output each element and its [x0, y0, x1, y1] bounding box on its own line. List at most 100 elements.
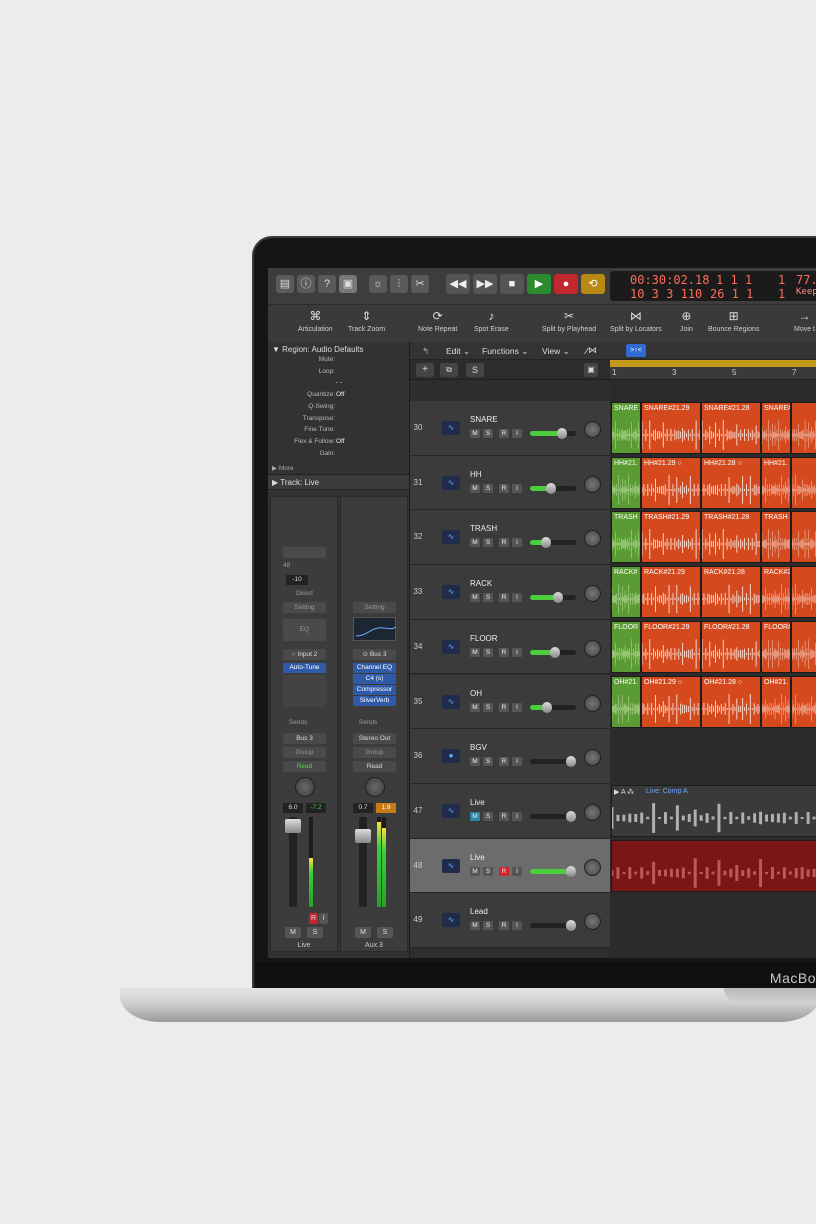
track-volume-slider[interactable]: [530, 646, 576, 658]
track-pan-knob[interactable]: [584, 530, 601, 548]
track-input-button[interactable]: I: [512, 811, 522, 821]
region-param-row[interactable]: Fine Tune:: [268, 426, 408, 437]
cycle-bar[interactable]: [610, 360, 816, 367]
track-solo-button[interactable]: S: [483, 483, 493, 493]
track-pan-knob[interactable]: [584, 913, 601, 931]
plugin-slot-1[interactable]: Channel EQ: [353, 663, 396, 673]
automation-mode[interactable]: Read: [353, 761, 396, 772]
record-button[interactable]: ●: [554, 274, 578, 294]
track-volume-slider[interactable]: [530, 428, 576, 439]
track-pan-knob[interactable]: [584, 475, 601, 493]
track-record-button[interactable]: R: [499, 538, 509, 548]
track-solo-button[interactable]: S: [483, 866, 493, 876]
track-row[interactable]: 33 ∿ RACK M S R I: [410, 565, 610, 620]
audio-region[interactable]: RACK#21.28: [701, 566, 761, 619]
track-record-button[interactable]: R: [499, 593, 509, 603]
group-slot[interactable]: Group: [353, 747, 396, 758]
region-param-row[interactable]: Flex & Follow: Off: [268, 438, 408, 449]
volume-fader-cap[interactable]: [355, 829, 371, 843]
track-pan-knob[interactable]: [584, 421, 601, 438]
track-mute-button[interactable]: M: [470, 921, 480, 931]
audio-region[interactable]: FLOOR#21.28: [701, 620, 761, 673]
audio-region[interactable]: [791, 511, 816, 564]
audio-region[interactable]: HH#21.28 ○: [701, 456, 761, 509]
toolbar-item-8[interactable]: → Move t: [794, 309, 815, 333]
track-input-button[interactable]: I: [512, 866, 522, 876]
help-icon[interactable]: ?: [318, 275, 336, 293]
play-button[interactable]: ▶: [527, 274, 551, 294]
track-mute-button[interactable]: M: [470, 647, 480, 657]
track-volume-knob[interactable]: [550, 646, 561, 658]
solo-button[interactable]: S: [307, 927, 323, 938]
track-row[interactable]: 34 ∿ FLOOR M S R I: [410, 619, 610, 675]
track-volume-knob[interactable]: [552, 592, 563, 604]
track-volume-slider[interactable]: [530, 701, 576, 713]
track-input-button[interactable]: I: [512, 702, 522, 712]
audio-region[interactable]: [791, 675, 816, 728]
track-volume-knob[interactable]: [542, 701, 553, 713]
smart-controls-icon[interactable]: ☼: [369, 275, 387, 293]
audio-region[interactable]: SNARE#21.28: [701, 402, 761, 454]
audio-region[interactable]: HH#21.: [761, 456, 791, 509]
track-mute-button[interactable]: M: [470, 702, 480, 712]
toolbar-item-3[interactable]: ♪ Spot Erase: [474, 309, 509, 333]
audio-region[interactable]: OH#21.28 ○: [701, 675, 761, 728]
track-volume-slider[interactable]: [530, 920, 576, 932]
track-mute-button[interactable]: M: [470, 866, 480, 876]
audio-region[interactable]: RACK#21.29: [641, 566, 701, 619]
setting-button[interactable]: Setting: [283, 602, 326, 613]
view-menu[interactable]: View ⌄: [542, 344, 570, 358]
global-solo-button[interactable]: S: [466, 363, 484, 377]
toolbar-item-2[interactable]: ⟳ Note Repeat: [418, 309, 457, 333]
track-row[interactable]: 36 ● BGV M S R I: [410, 729, 610, 784]
track-volume-knob[interactable]: [566, 865, 576, 877]
eq-button[interactable]: EQ: [283, 619, 326, 641]
track-pan-knob[interactable]: [584, 749, 601, 767]
track-mute-button[interactable]: M: [470, 593, 480, 603]
toolbar-item-5[interactable]: ⋈ Split by Locators: [610, 309, 662, 333]
audio-region[interactable]: [791, 402, 816, 454]
volume-fader-cap[interactable]: [285, 819, 301, 833]
audio-region[interactable]: OH#21.29 ○: [641, 675, 701, 728]
eq-curve-display[interactable]: [353, 617, 397, 641]
track-record-button[interactable]: R: [499, 647, 509, 657]
group-slot[interactable]: Group: [283, 747, 326, 758]
region-param-row[interactable]: Transpose:: [268, 415, 408, 426]
track-volume-slider[interactable]: [530, 810, 576, 822]
back-icon[interactable]: ↰: [422, 344, 429, 358]
toolbar-item-4[interactable]: ✂ Split by Playhead: [542, 309, 596, 333]
input-monitor-button[interactable]: I: [319, 913, 328, 924]
trim-value[interactable]: -10: [286, 575, 308, 585]
track-solo-button[interactable]: S: [483, 647, 493, 657]
region-inspector-header[interactable]: ▼ Region: Audio Defaults: [272, 345, 364, 354]
plugin-slot-3[interactable]: Compressor: [353, 685, 396, 695]
track-row[interactable]: 31 ∿ HH M S R I: [410, 455, 610, 511]
track-solo-button[interactable]: S: [483, 811, 493, 821]
track-pan-knob[interactable]: [584, 585, 601, 603]
track-mute-button[interactable]: M: [470, 811, 480, 821]
automation-mode[interactable]: Read: [283, 761, 326, 772]
track-volume-knob[interactable]: [557, 428, 568, 439]
region-param-row[interactable]: - -: [268, 379, 408, 390]
track-volume-slider[interactable]: [530, 592, 576, 604]
catch-icon[interactable]: ▣: [584, 363, 598, 377]
audio-region[interactable]: OH#21.: [761, 675, 791, 728]
track-input-button[interactable]: I: [512, 429, 522, 438]
audio-region[interactable]: SNARE#: [761, 402, 791, 454]
cycle-button[interactable]: ⟲: [581, 274, 605, 294]
audio-region[interactable]: SNARE: [611, 402, 641, 454]
toolbar-item-6[interactable]: ⊕ Join: [680, 309, 693, 333]
duplicate-track-icon[interactable]: ⧉: [440, 363, 458, 377]
inspector-icon[interactable]: ⓘ: [297, 275, 315, 293]
track-input-button[interactable]: I: [512, 647, 522, 657]
audio-region[interactable]: [791, 566, 816, 619]
input-slot[interactable]: ○ Input 2: [283, 649, 326, 660]
record-enable-button[interactable]: R: [309, 913, 318, 924]
toolbar-item-1[interactable]: ⇕ Track Zoom: [348, 309, 385, 333]
track-input-button[interactable]: I: [512, 483, 522, 493]
audio-region[interactable]: [791, 456, 816, 509]
track-solo-button[interactable]: S: [483, 429, 493, 438]
track-volume-slider[interactable]: [530, 537, 576, 549]
toolbar-item-0[interactable]: ⌘ Articulation: [298, 309, 333, 333]
pan-knob[interactable]: [365, 777, 385, 797]
